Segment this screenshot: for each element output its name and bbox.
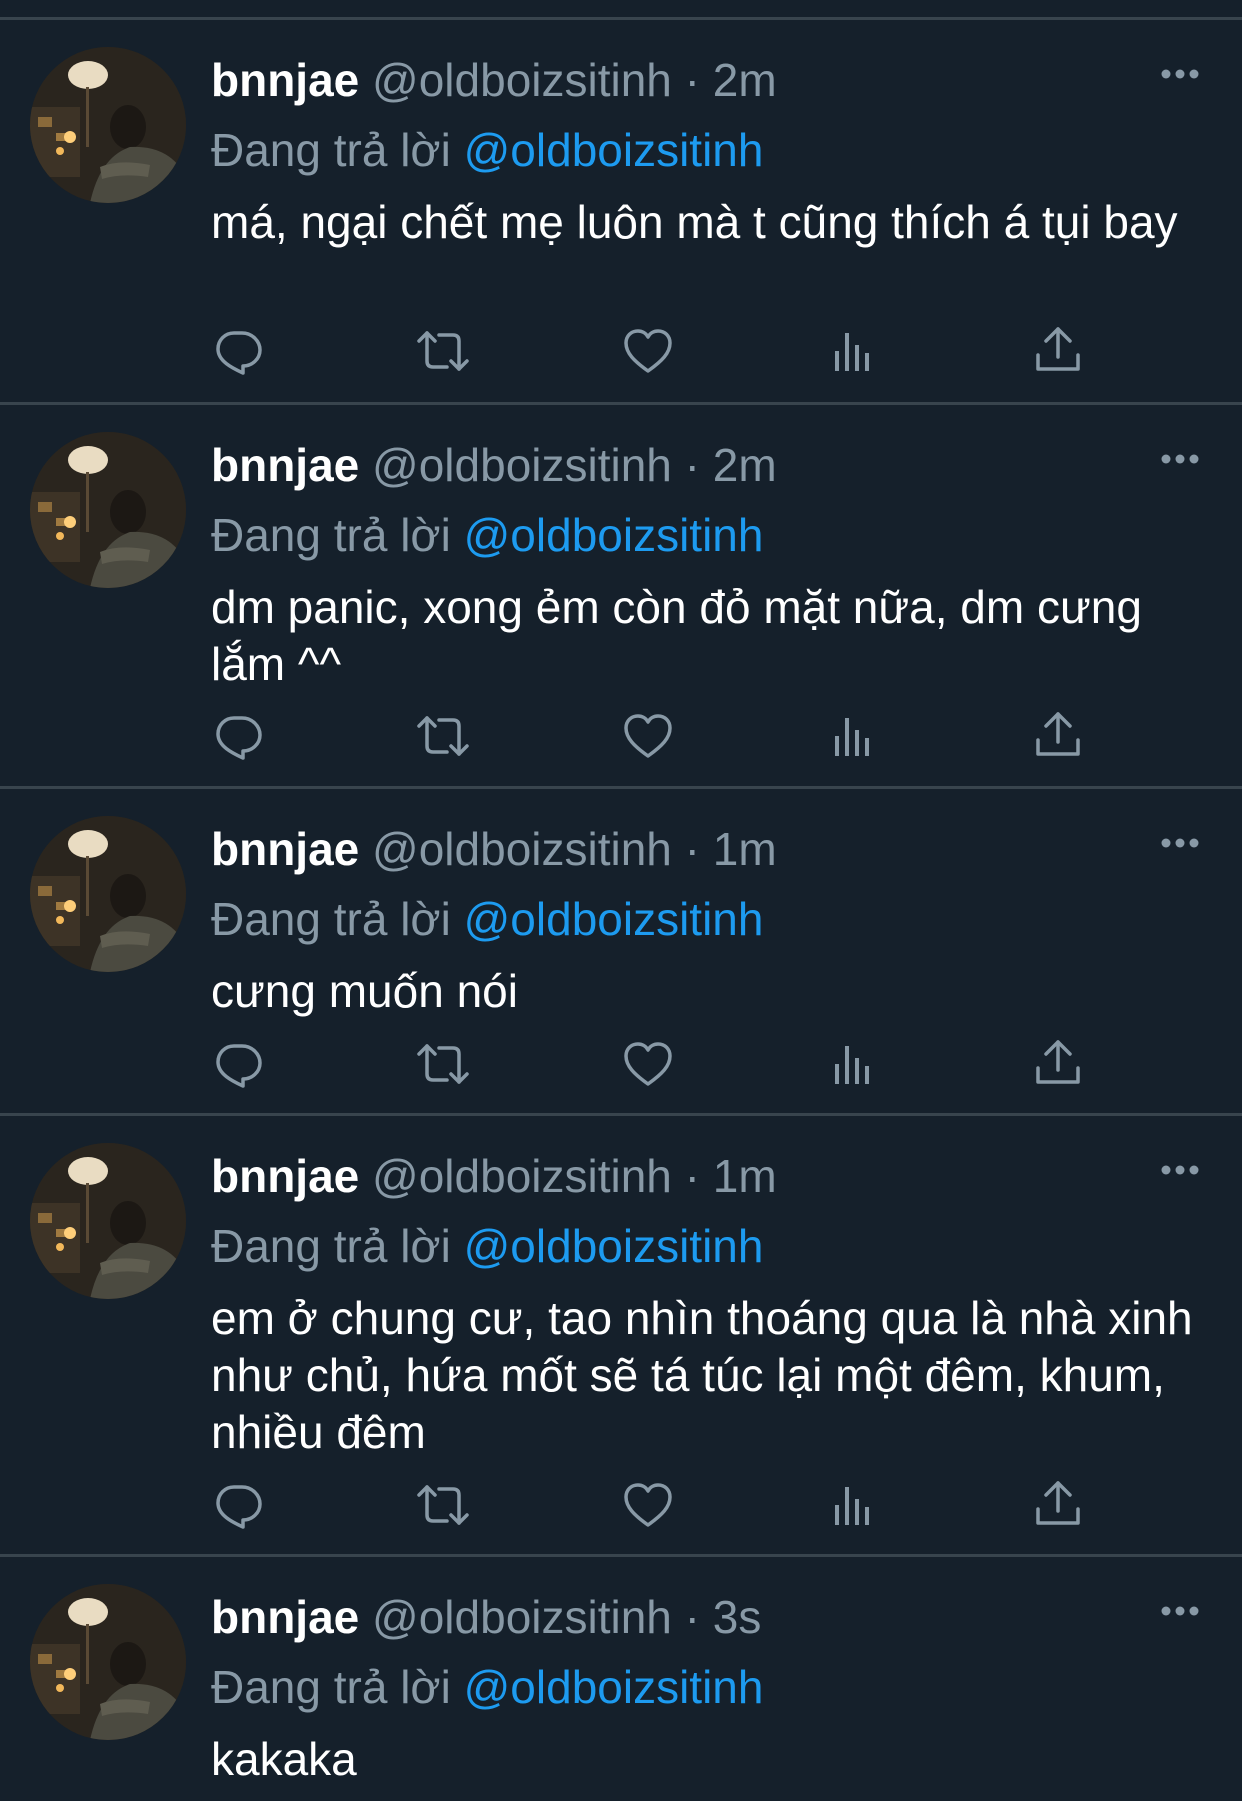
like-icon[interactable] — [620, 708, 676, 764]
separator-dot: · — [684, 439, 700, 491]
retweet-icon[interactable] — [415, 1036, 471, 1092]
like-icon[interactable] — [620, 323, 676, 379]
separator-dot: · — [684, 54, 700, 106]
reply-icon[interactable] — [210, 708, 266, 764]
views-icon[interactable] — [825, 708, 881, 764]
action-bar — [210, 708, 1090, 764]
tweet-text: má, ngại chết mẹ luôn mà t cũng thích á … — [211, 196, 1178, 248]
reply-label: Đang trả lời — [211, 509, 451, 561]
reply-label: Đang trả lời — [211, 1220, 451, 1272]
more-icon[interactable] — [1160, 1163, 1200, 1177]
avatar-photo — [30, 47, 186, 203]
more-icon[interactable] — [1160, 452, 1200, 466]
tweet-time[interactable]: 1m — [713, 823, 777, 875]
reply-icon[interactable] — [210, 323, 266, 379]
share-icon[interactable] — [1030, 708, 1086, 764]
avatar-photo — [30, 432, 186, 588]
tweet-time[interactable]: 1m — [713, 1150, 777, 1202]
views-icon[interactable] — [825, 323, 881, 379]
tweet-header: bnnjae @oldboizsitinh · 3s — [211, 1587, 761, 1647]
user-handle[interactable]: @oldboizsitinh — [372, 823, 672, 875]
action-bar — [210, 1036, 1090, 1092]
tweet-time[interactable]: 2m — [713, 54, 777, 106]
reply-context: Đang trả lời @oldboizsitinh — [211, 120, 763, 180]
like-icon[interactable] — [620, 1036, 676, 1092]
user-handle[interactable]: @oldboizsitinh — [372, 1591, 672, 1643]
avatar-photo — [30, 1584, 186, 1740]
display-name[interactable]: bnnjae — [211, 823, 359, 875]
display-name[interactable]: bnnjae — [211, 439, 359, 491]
tweet[interactable]: bnnjae @oldboizsitinh · 3s Đang trả lời … — [0, 1557, 1242, 1801]
share-icon[interactable] — [1030, 1036, 1086, 1092]
views-icon[interactable] — [825, 1477, 881, 1533]
share-icon[interactable] — [1030, 1477, 1086, 1533]
user-handle[interactable]: @oldboizsitinh — [372, 1150, 672, 1202]
tweet-header: bnnjae @oldboizsitinh · 1m — [211, 1146, 777, 1206]
reply-mention[interactable]: @oldboizsitinh — [464, 509, 764, 561]
separator-dot: · — [684, 1150, 700, 1202]
avatar[interactable] — [30, 816, 186, 972]
retweet-icon[interactable] — [415, 708, 471, 764]
reply-context: Đang trả lời @oldboizsitinh — [211, 1657, 763, 1717]
reply-mention[interactable]: @oldboizsitinh — [464, 1220, 764, 1272]
tweet[interactable]: bnnjae @oldboizsitinh · 2m Đang trả lời … — [0, 20, 1242, 405]
user-handle[interactable]: @oldboizsitinh — [372, 54, 672, 106]
reply-mention[interactable]: @oldboizsitinh — [464, 893, 764, 945]
reply-context: Đang trả lời @oldboizsitinh — [211, 505, 763, 565]
tweet-text: dm panic, xong ẻm còn đỏ mặt nữa, dm cưn… — [211, 581, 1142, 690]
avatar[interactable] — [30, 1584, 186, 1740]
display-name[interactable]: bnnjae — [211, 1150, 359, 1202]
separator-dot: · — [684, 1591, 700, 1643]
display-name[interactable]: bnnjae — [211, 1591, 359, 1643]
tweet-text: cưng muốn nói — [211, 965, 518, 1017]
like-icon[interactable] — [620, 1477, 676, 1533]
reply-mention[interactable]: @oldboizsitinh — [464, 1661, 764, 1713]
reply-icon[interactable] — [210, 1036, 266, 1092]
retweet-icon[interactable] — [415, 323, 471, 379]
tweet-text: em ở chung cư, tao nhìn thoáng qua là nh… — [211, 1292, 1193, 1458]
views-icon[interactable] — [825, 1036, 881, 1092]
more-icon[interactable] — [1160, 836, 1200, 850]
avatar-photo — [30, 1143, 186, 1299]
reply-label: Đang trả lời — [211, 124, 451, 176]
action-bar — [210, 1477, 1090, 1533]
display-name[interactable]: bnnjae — [211, 54, 359, 106]
action-bar — [210, 323, 1090, 379]
tweet-header: bnnjae @oldboizsitinh · 2m — [211, 50, 777, 110]
tweet-header: bnnjae @oldboizsitinh · 1m — [211, 819, 777, 879]
tweet-time[interactable]: 2m — [713, 439, 777, 491]
tweet[interactable]: bnnjae @oldboizsitinh · 1m Đang trả lời … — [0, 1116, 1242, 1557]
reply-label: Đang trả lời — [211, 1661, 451, 1713]
tweet-text: kakaka — [211, 1733, 357, 1785]
tweet[interactable]: bnnjae @oldboizsitinh · 2m Đang trả lời … — [0, 405, 1242, 789]
retweet-icon[interactable] — [415, 1477, 471, 1533]
more-icon[interactable] — [1160, 1604, 1200, 1618]
separator-dot: · — [684, 823, 700, 875]
avatar[interactable] — [30, 47, 186, 203]
tweet-time[interactable]: 3s — [713, 1591, 762, 1643]
tweet[interactable]: bnnjae @oldboizsitinh · 1m Đang trả lời … — [0, 789, 1242, 1116]
more-icon[interactable] — [1160, 67, 1200, 81]
reply-mention[interactable]: @oldboizsitinh — [464, 124, 764, 176]
reply-label: Đang trả lời — [211, 893, 451, 945]
user-handle[interactable]: @oldboizsitinh — [372, 439, 672, 491]
reply-context: Đang trả lời @oldboizsitinh — [211, 889, 763, 949]
reply-icon[interactable] — [210, 1477, 266, 1533]
reply-context: Đang trả lời @oldboizsitinh — [211, 1216, 763, 1276]
avatar-photo — [30, 816, 186, 972]
share-icon[interactable] — [1030, 323, 1086, 379]
avatar[interactable] — [30, 432, 186, 588]
tweet-header: bnnjae @oldboizsitinh · 2m — [211, 435, 777, 495]
avatar[interactable] — [30, 1143, 186, 1299]
